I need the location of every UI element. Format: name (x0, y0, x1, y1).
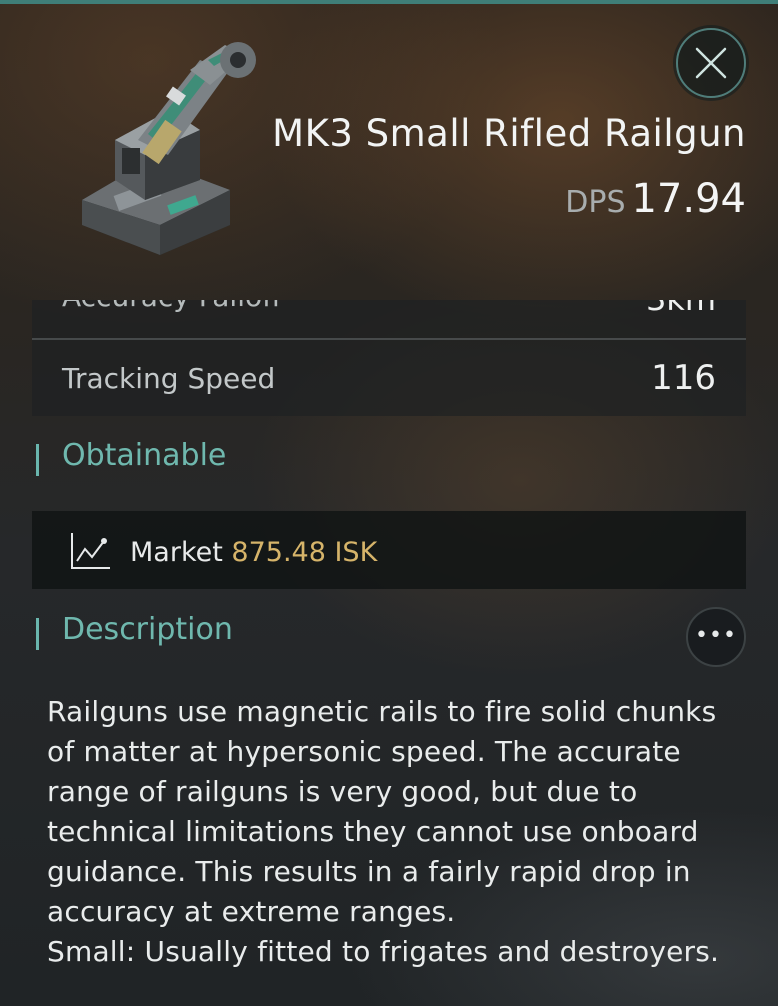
market-chart-icon (71, 533, 110, 569)
section-title: Description (62, 612, 233, 647)
section-title: Obtainable (62, 438, 227, 473)
market-value: 875.48 ISK (231, 537, 378, 568)
more-options-icon: ••• (695, 623, 737, 648)
item-image-railgun (60, 30, 280, 270)
description-size-note: Small: Usually fitted to frigates and de… (47, 935, 720, 968)
top-accent-bar (0, 0, 778, 4)
dps-value: 17.94 (631, 176, 746, 222)
attribute-value: 3km (646, 300, 716, 318)
attribute-row-tracking-speed: Tracking Speed 116 (32, 340, 746, 416)
item-title: MK3 Small Rifled Railgun (272, 112, 746, 155)
attribute-row-clipped: Accuracy Falloff 3km (32, 300, 746, 340)
section-accent-bar (36, 444, 39, 476)
market-source-row[interactable]: Market 875.48 ISK (32, 511, 746, 589)
dps-label: DPS (565, 185, 626, 220)
close-icon (695, 47, 727, 79)
description-text: Railguns use magnetic rails to fire soli… (47, 692, 747, 972)
close-button[interactable] (676, 28, 746, 98)
section-accent-bar (36, 618, 39, 650)
market-label: Market (130, 537, 223, 568)
more-options-button[interactable]: ••• (686, 607, 746, 667)
attributes-list[interactable]: Accuracy Falloff 3km Tracking Speed 116 (32, 300, 746, 416)
dps-readout: DPS 17.94 (565, 176, 746, 222)
attribute-value: 116 (651, 358, 716, 398)
attribute-label: Accuracy Falloff (62, 300, 281, 313)
description-paragraph: Railguns use magnetic rails to fire soli… (47, 695, 717, 928)
market-price: Market 875.48 ISK (130, 537, 377, 568)
attribute-label: Tracking Speed (62, 362, 276, 395)
